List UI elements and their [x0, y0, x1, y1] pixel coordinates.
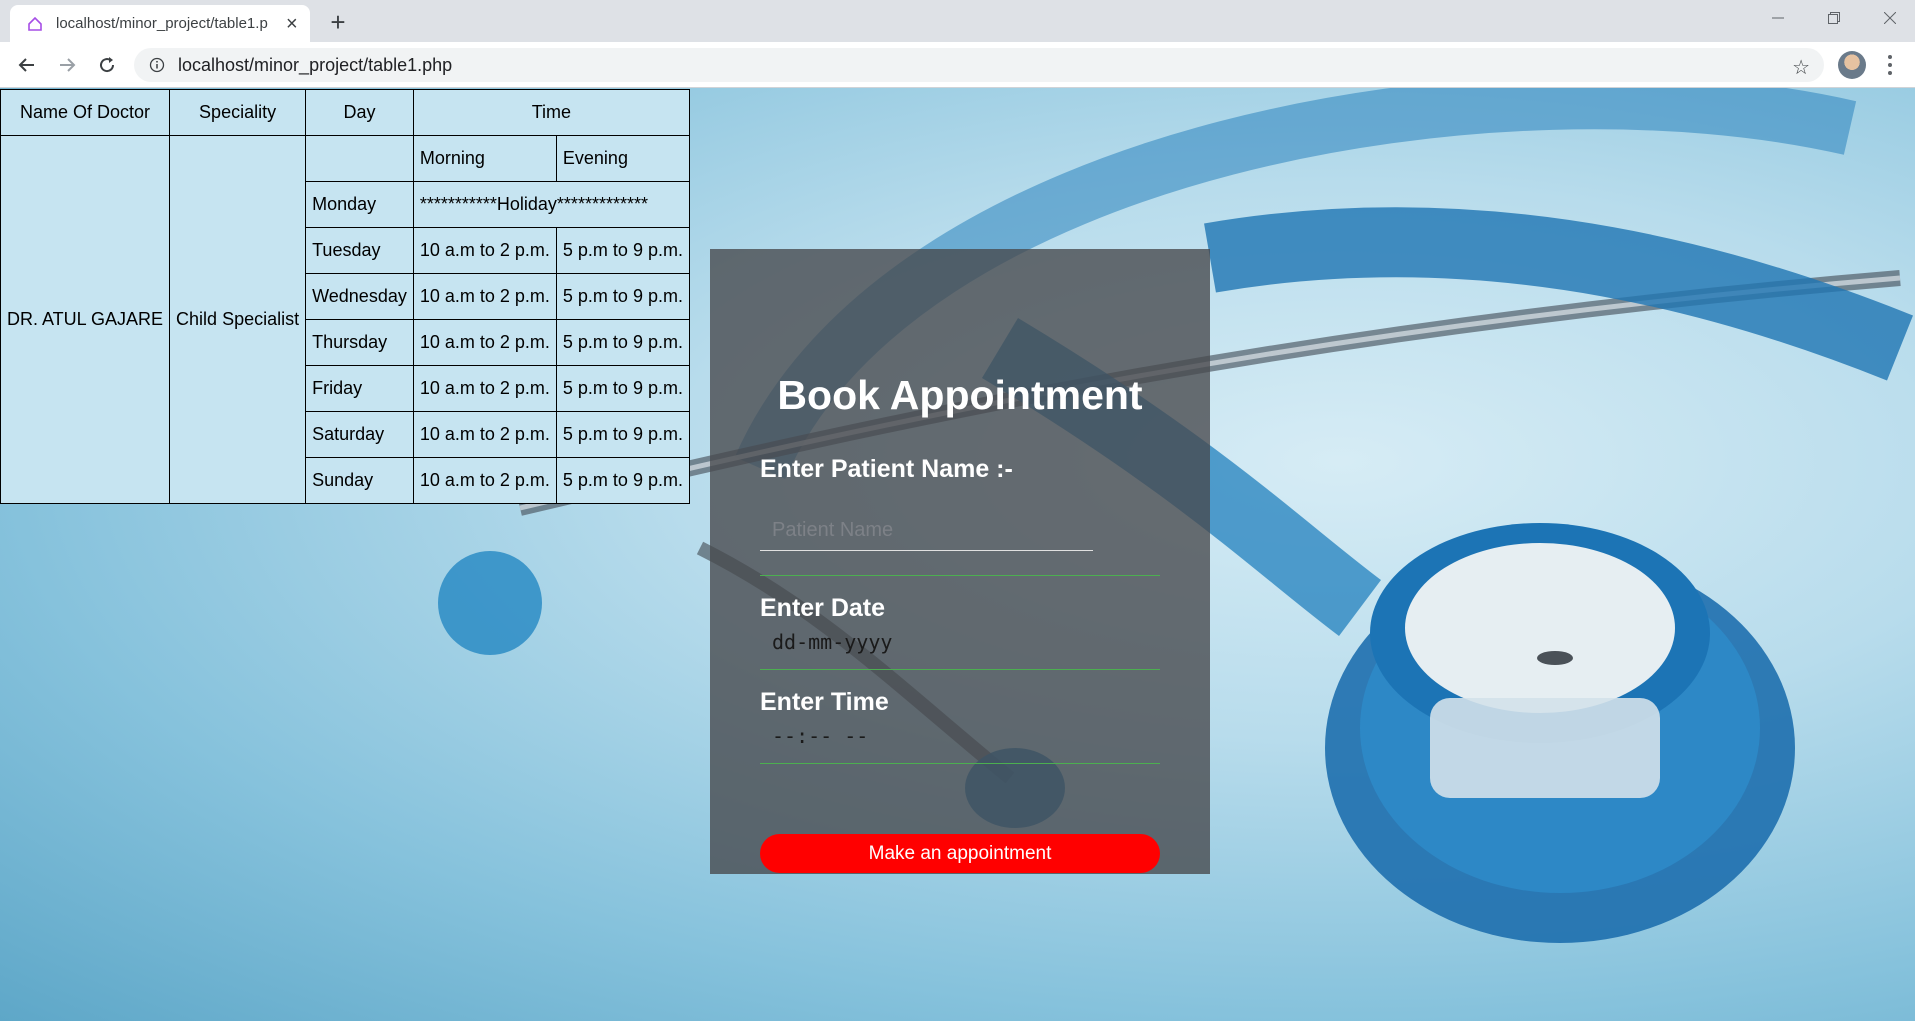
- header-time: Time: [412, 89, 690, 136]
- bookmark-star-icon[interactable]: ☆: [1792, 55, 1810, 80]
- reload-icon[interactable]: [93, 51, 121, 79]
- doctor-schedule-table: Name Of Doctor Speciality Day Time DR. A…: [0, 89, 690, 504]
- header-day: Day: [305, 89, 414, 136]
- address-bar[interactable]: localhost/minor_project/table1.php ☆: [134, 48, 1824, 82]
- form-title: Book Appointment: [777, 372, 1143, 418]
- morning-cell: 10 a.m to 2 p.m.: [412, 319, 557, 366]
- browser-tab[interactable]: localhost/minor_project/table1.p ×: [10, 5, 310, 42]
- time-input[interactable]: --:-- --: [772, 724, 868, 748]
- morning-cell: 10 a.m to 2 p.m.: [412, 365, 557, 412]
- patient-name-label: Enter Patient Name :-: [760, 455, 1013, 483]
- close-tab-icon[interactable]: ×: [286, 14, 298, 34]
- evening-cell: 5 p.m to 9 p.m.: [555, 411, 690, 458]
- morning-cell: 10 a.m to 2 p.m.: [412, 411, 557, 458]
- morning-cell: 10 a.m to 2 p.m.: [412, 227, 557, 274]
- table-row: DR. ATUL GAJARE Child Specialist Morning…: [0, 135, 690, 504]
- name-underline: [760, 575, 1160, 576]
- header-evening: Evening: [555, 135, 690, 182]
- day-cell: Saturday: [305, 411, 414, 458]
- time-underline: [760, 763, 1160, 764]
- restore-icon[interactable]: [1806, 0, 1862, 36]
- tab-title: localhost/minor_project/table1.p: [56, 15, 268, 32]
- minimize-icon[interactable]: [1750, 0, 1806, 36]
- morning-cell: 10 a.m to 2 p.m.: [412, 273, 557, 320]
- header-speciality: Speciality: [169, 89, 307, 136]
- url-text: localhost/minor_project/table1.php: [178, 54, 453, 75]
- day-cell: [305, 135, 414, 182]
- header-morning: Morning: [412, 135, 557, 182]
- tab-strip: localhost/minor_project/table1.p × +: [0, 0, 1915, 42]
- header-doctor: Name Of Doctor: [0, 89, 171, 136]
- forward-arrow-icon[interactable]: [53, 51, 81, 79]
- holiday-cell: ***********Holiday*************: [412, 181, 690, 228]
- doctor-name-cell: DR. ATUL GAJARE: [0, 135, 171, 504]
- browser-toolbar: localhost/minor_project/table1.php ☆: [0, 42, 1915, 88]
- date-underline: [760, 669, 1160, 670]
- evening-cell: 5 p.m to 9 p.m.: [555, 273, 690, 320]
- profile-avatar[interactable]: [1838, 51, 1866, 79]
- evening-cell: 5 p.m to 9 p.m.: [555, 319, 690, 366]
- evening-cell: 5 p.m to 9 p.m.: [555, 227, 690, 274]
- day-cell: Wednesday: [305, 273, 414, 320]
- new-tab-button[interactable]: +: [324, 7, 352, 37]
- home-icon: [26, 15, 44, 33]
- evening-cell: 5 p.m to 9 p.m.: [555, 365, 690, 412]
- day-cell: Monday: [305, 181, 414, 228]
- patient-name-input[interactable]: [760, 511, 1093, 551]
- date-input[interactable]: dd-mm-yyyy: [772, 630, 892, 654]
- make-appointment-button[interactable]: Make an appointment: [760, 834, 1160, 873]
- time-label: Enter Time: [760, 688, 889, 716]
- menu-dots-icon[interactable]: [1880, 51, 1900, 79]
- day-cell: Thursday: [305, 319, 414, 366]
- table-header-row: Name Of Doctor Speciality Day Time: [0, 89, 690, 136]
- info-icon[interactable]: [148, 56, 166, 74]
- day-cell: Tuesday: [305, 227, 414, 274]
- morning-cell: 10 a.m to 2 p.m.: [412, 457, 557, 504]
- day-cell: Friday: [305, 365, 414, 412]
- day-cell: Sunday: [305, 457, 414, 504]
- page-viewport: Name Of Doctor Speciality Day Time DR. A…: [0, 88, 1915, 1021]
- close-window-icon[interactable]: [1862, 0, 1915, 36]
- speciality-cell: Child Specialist: [169, 135, 307, 504]
- appointment-form-panel: Book Appointment Enter Patient Name :- E…: [710, 249, 1210, 874]
- date-label: Enter Date: [760, 594, 886, 622]
- evening-cell: 5 p.m to 9 p.m.: [555, 457, 690, 504]
- back-arrow-icon[interactable]: [13, 51, 41, 79]
